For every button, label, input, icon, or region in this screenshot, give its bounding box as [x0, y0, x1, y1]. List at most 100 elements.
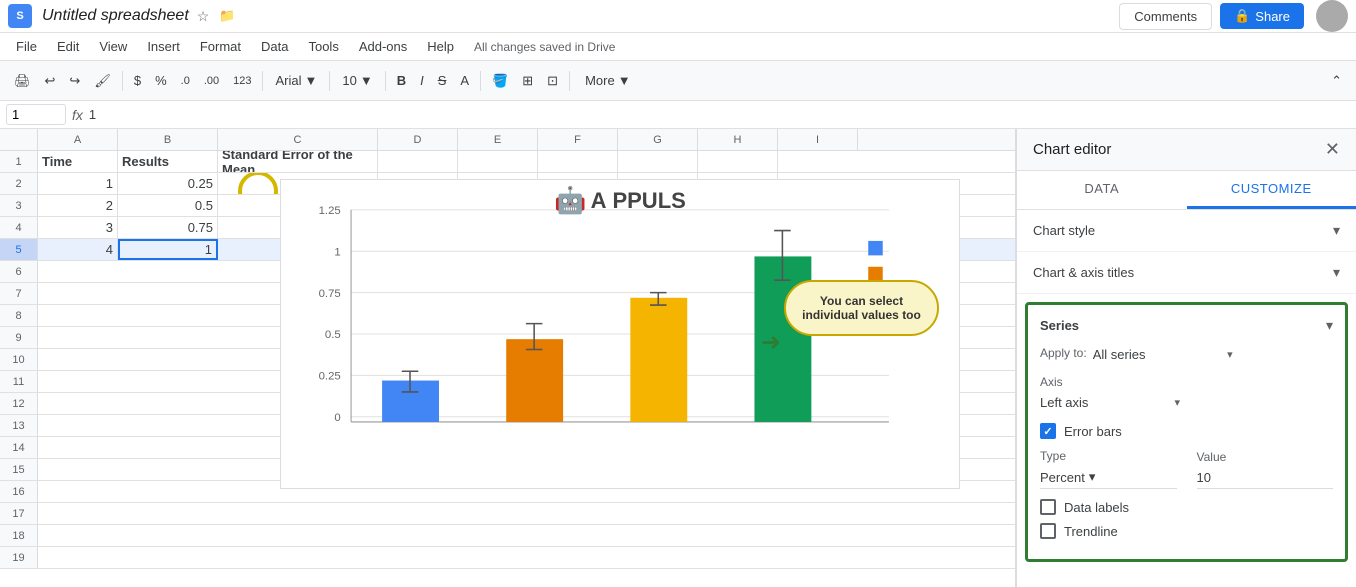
cell-B2[interactable]: 0.25 — [118, 173, 218, 194]
cell-H1[interactable] — [698, 151, 778, 172]
title-area: Untitled spreadsheet ☆ 📁 — [42, 6, 238, 27]
save-status: All changes saved in Drive — [474, 40, 615, 54]
type-field: Type Percent ▾ — [1040, 449, 1177, 489]
number-format-button[interactable]: 123 — [227, 71, 257, 91]
menu-view[interactable]: View — [91, 36, 135, 57]
main-area: A B C D E F G H I 1 Time Results Standar… — [0, 129, 1356, 587]
paint-format-button[interactable]: 🖌 — [88, 69, 117, 93]
col-header-D: D — [378, 129, 458, 150]
cell-B1[interactable]: Results — [118, 151, 218, 172]
toolbar: 🖨 ↩ ↪ 🖌 $ % .0 .00 123 Arial ▼ 10 ▼ B I … — [0, 61, 1356, 101]
chart-style-section[interactable]: Chart style ▾ — [1017, 210, 1356, 252]
row-num: 13 — [0, 415, 38, 436]
redo-button[interactable]: ↪ — [63, 69, 86, 93]
value-input[interactable]: 10 — [1197, 467, 1334, 489]
cell-B5[interactable]: 1 — [118, 239, 218, 260]
row-num: 5 — [0, 239, 38, 260]
font-size-select[interactable]: 10 ▼ — [335, 69, 379, 92]
percent-button[interactable]: % — [149, 69, 173, 92]
chevron-down-icon: ▾ — [1333, 264, 1340, 281]
text-color-button[interactable]: A — [454, 69, 475, 92]
chart-axis-titles-section[interactable]: Chart & axis titles ▾ — [1017, 252, 1356, 294]
separator-3 — [329, 71, 330, 91]
row-num: 4 — [0, 217, 38, 238]
svg-text:1: 1 — [334, 246, 340, 258]
row-num: 17 — [0, 503, 38, 524]
editor-header: Chart editor ✕ — [1017, 129, 1356, 171]
formula-input[interactable] — [89, 107, 1350, 122]
table-row: 17 — [0, 503, 1015, 525]
menu-tools[interactable]: Tools — [300, 36, 346, 57]
comments-button[interactable]: Comments — [1119, 3, 1212, 30]
menu-help[interactable]: Help — [419, 36, 462, 57]
lock-icon: 🔒 — [1234, 8, 1250, 24]
cell-B3[interactable]: 0.5 — [118, 195, 218, 216]
menu-file[interactable]: File — [8, 36, 45, 57]
menu-format[interactable]: Format — [192, 36, 249, 57]
svg-text:0.25: 0.25 — [319, 371, 341, 383]
cell-D1[interactable] — [378, 151, 458, 172]
merge-button[interactable]: ⊡ — [541, 69, 564, 93]
editor-title: Chart editor — [1033, 141, 1111, 158]
cell-A2[interactable]: 1 — [38, 173, 118, 194]
more-button[interactable]: More ▼ — [575, 69, 641, 92]
table-row: 1 Time Results Standard Error of the Mea… — [0, 151, 1015, 173]
increase-decimal-button[interactable]: .00 — [198, 71, 225, 91]
star-icon[interactable]: ☆ — [195, 6, 212, 27]
menu-addons[interactable]: Add-ons — [351, 36, 415, 57]
cell-reference-input[interactable] — [6, 104, 66, 125]
undo-button[interactable]: ↩ — [39, 69, 62, 93]
svg-text:0.75: 0.75 — [319, 288, 341, 300]
chevron-down-icon: ▾ — [1174, 396, 1180, 409]
google-sheets-logo: S — [8, 4, 32, 28]
cell-A3[interactable]: 2 — [38, 195, 118, 216]
value-field: Value 10 — [1197, 450, 1334, 489]
cell-G1[interactable] — [618, 151, 698, 172]
cell-A1[interactable]: Time — [38, 151, 118, 172]
print-button[interactable]: 🖨 — [8, 69, 37, 93]
italic-button[interactable]: I — [414, 69, 430, 92]
cell-F1[interactable] — [538, 151, 618, 172]
strikethrough-button[interactable]: S — [432, 69, 453, 92]
col-header-E: E — [458, 129, 538, 150]
tab-customize[interactable]: CUSTOMIZE — [1187, 171, 1356, 209]
row-num: 8 — [0, 305, 38, 326]
cell-E1[interactable] — [458, 151, 538, 172]
close-icon[interactable]: ✕ — [1325, 139, 1340, 160]
row-num: 9 — [0, 327, 38, 348]
font-family-select[interactable]: Arial ▼ — [268, 69, 324, 92]
cell-C1[interactable]: Standard Error of the Mean — [218, 151, 378, 172]
data-labels-checkbox[interactable] — [1040, 499, 1056, 515]
folder-icon[interactable]: 📁 — [217, 6, 237, 26]
type-select[interactable]: Percent ▾ — [1040, 466, 1177, 489]
cell-A4[interactable]: 3 — [38, 217, 118, 238]
axis-select[interactable]: Left axis ▾ — [1040, 392, 1180, 413]
apply-to-select[interactable]: All series ▾ — [1093, 344, 1233, 365]
share-button[interactable]: 🔒 Share — [1220, 3, 1304, 29]
trendline-checkbox[interactable] — [1040, 523, 1056, 539]
row-num: 18 — [0, 525, 38, 546]
menu-edit[interactable]: Edit — [49, 36, 87, 57]
bold-button[interactable]: B — [391, 69, 412, 92]
fill-color-button[interactable]: 🪣 — [486, 69, 514, 93]
menu-data[interactable]: Data — [253, 36, 296, 57]
chevron-down-icon: ▾ — [1089, 469, 1096, 485]
row-num: 14 — [0, 437, 38, 458]
col-header-G: G — [618, 129, 698, 150]
tab-data[interactable]: DATA — [1017, 171, 1187, 209]
currency-button[interactable]: $ — [128, 69, 147, 92]
chart-axis-titles-label: Chart & axis titles — [1033, 265, 1134, 280]
file-title: Untitled spreadsheet — [42, 7, 189, 25]
cell-A5[interactable]: 4 — [38, 239, 118, 260]
chart-style-label: Chart style — [1033, 223, 1095, 238]
menu-insert[interactable]: Insert — [139, 36, 188, 57]
trendline-row: Trendline — [1040, 523, 1333, 539]
decrease-decimal-button[interactable]: .0 — [175, 71, 196, 91]
col-header-F: F — [538, 129, 618, 150]
error-bars-checkbox[interactable]: ✓ — [1040, 423, 1056, 439]
borders-button[interactable]: ⊞ — [516, 69, 539, 93]
table-row: 18 — [0, 525, 1015, 547]
cell-B4[interactable]: 0.75 — [118, 217, 218, 238]
axis-field: Axis Left axis ▾ — [1040, 375, 1333, 413]
collapse-toolbar-button[interactable]: ⌃ — [1325, 69, 1348, 93]
